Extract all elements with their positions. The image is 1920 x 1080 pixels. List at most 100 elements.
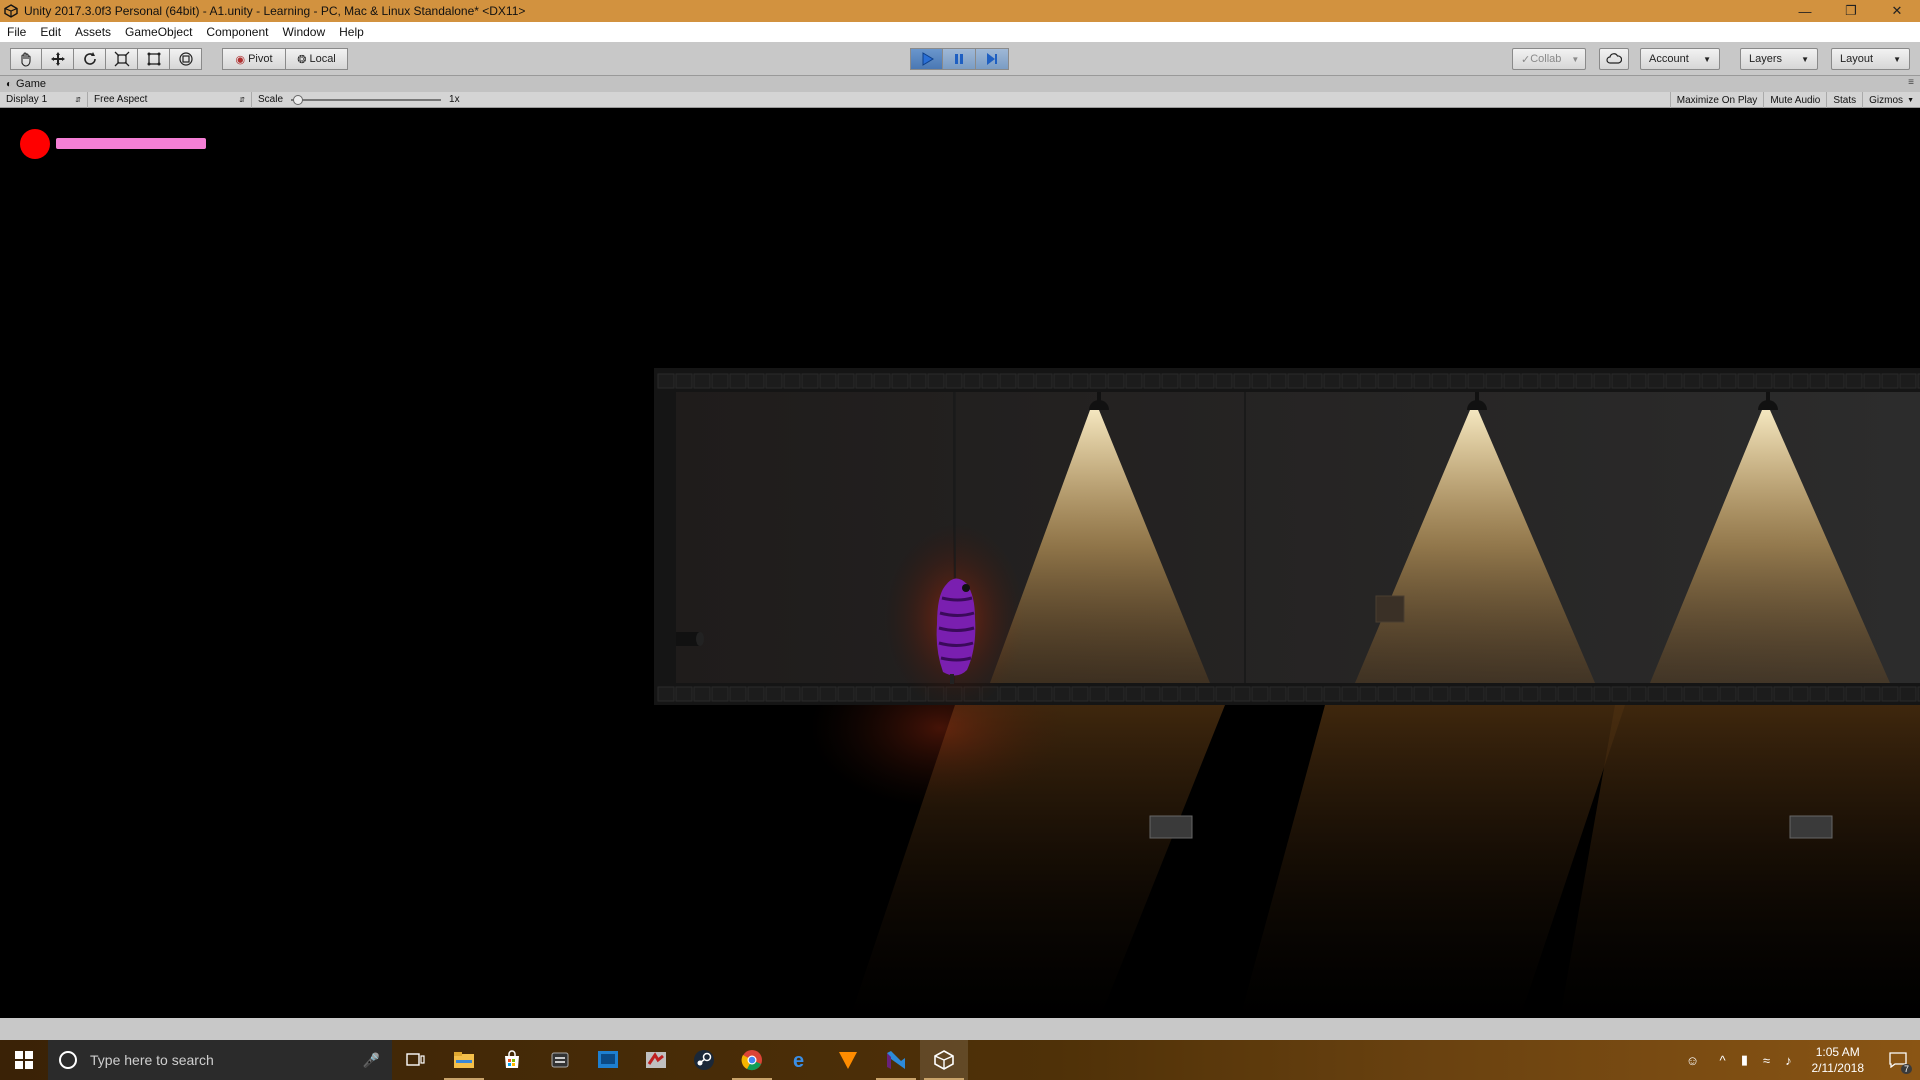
menu-component[interactable]: Component xyxy=(199,25,275,39)
taskbar-window-app[interactable] xyxy=(584,1040,632,1080)
wall-brick xyxy=(1899,686,1917,702)
wall-brick xyxy=(1665,686,1683,702)
wall-brick xyxy=(1881,686,1899,702)
wall-brick xyxy=(1737,373,1755,389)
chevron-up-icon[interactable]: ^ xyxy=(1712,1040,1734,1080)
wifi-icon[interactable]: ≈ xyxy=(1756,1040,1778,1080)
close-icon[interactable]: ✕ xyxy=(1874,0,1920,22)
microphone-icon[interactable]: 🎤 xyxy=(363,1052,380,1069)
wall-brick xyxy=(1845,686,1863,702)
mute-audio-toggle[interactable]: Mute Audio xyxy=(1763,92,1826,108)
menu-edit[interactable]: Edit xyxy=(33,25,68,39)
status-bar xyxy=(0,1018,1920,1040)
wall-brick xyxy=(1881,373,1899,389)
taskbar-store[interactable] xyxy=(488,1040,536,1080)
wall-brick xyxy=(1017,373,1035,389)
menu-file[interactable]: File xyxy=(0,25,33,39)
taskbar-file-explorer[interactable] xyxy=(440,1040,488,1080)
restore-icon[interactable]: ❐ xyxy=(1828,0,1874,22)
move-tool-button[interactable] xyxy=(42,48,74,70)
stats-toggle[interactable]: Stats xyxy=(1826,92,1862,108)
taskbar-steam[interactable] xyxy=(680,1040,728,1080)
cortana-icon xyxy=(59,1051,77,1069)
taskbar-app[interactable] xyxy=(536,1040,584,1080)
taskbar-chrome[interactable] xyxy=(728,1040,776,1080)
wall-brick xyxy=(1071,373,1089,389)
gizmos-label: Gizmos xyxy=(1869,94,1904,106)
task-view-button[interactable] xyxy=(392,1040,440,1080)
file-explorer-icon xyxy=(454,1052,474,1068)
menu-assets[interactable]: Assets xyxy=(68,25,118,39)
account-dropdown[interactable]: Account ▼ xyxy=(1640,48,1720,70)
gizmos-dropdown[interactable]: Gizmos ▼ xyxy=(1862,92,1920,108)
rect-tool-button[interactable] xyxy=(138,48,170,70)
taskbar-game-app[interactable] xyxy=(632,1040,680,1080)
wall-brick xyxy=(1125,373,1143,389)
wall-brick xyxy=(1251,686,1269,702)
wall-brick xyxy=(693,686,711,702)
pause-button[interactable] xyxy=(943,48,976,70)
wall-brick xyxy=(1629,373,1647,389)
taskbar-vlc[interactable] xyxy=(824,1040,872,1080)
scale-slider-knob[interactable] xyxy=(293,94,304,105)
wall-brick xyxy=(1575,686,1593,702)
cloud-button[interactable] xyxy=(1599,48,1629,70)
taskbar-search[interactable]: Type here to search 🎤 xyxy=(48,1040,392,1080)
scale-slider[interactable] xyxy=(291,94,442,105)
menu-gameobject[interactable]: GameObject xyxy=(118,25,199,39)
collab-dropdown[interactable]: ✓ Collab ▼ xyxy=(1512,48,1586,70)
layers-dropdown[interactable]: Layers ▼ xyxy=(1740,48,1818,70)
maximize-label: Maximize On Play xyxy=(1676,94,1758,106)
wall-brick xyxy=(837,686,855,702)
visual-studio-icon xyxy=(887,1051,905,1069)
layout-dropdown[interactable]: Layout ▼ xyxy=(1831,48,1910,70)
wall-brick xyxy=(1341,373,1359,389)
wall-brick xyxy=(1647,373,1665,389)
pivot-button[interactable]: ◉ Pivot xyxy=(222,48,286,70)
notification-center-icon[interactable]: 7 xyxy=(1876,1040,1920,1080)
play-button[interactable] xyxy=(910,48,943,70)
account-label: Account xyxy=(1649,53,1689,65)
step-button[interactable] xyxy=(976,48,1009,70)
display-dropdown[interactable]: Display 1 ⇵ xyxy=(0,91,88,108)
taskbar-edge[interactable]: e xyxy=(776,1040,824,1080)
rotate-tool-button[interactable] xyxy=(74,48,106,70)
wall-brick xyxy=(1467,373,1485,389)
people-icon[interactable]: ☺ xyxy=(1682,1040,1704,1080)
wall-brick xyxy=(1161,373,1179,389)
floor-vent xyxy=(1149,815,1193,839)
game-control-bar: Display 1 ⇵ Free Aspect ⇵ Scale 1x Maxim… xyxy=(0,91,1920,108)
menu-help[interactable]: Help xyxy=(332,25,371,39)
wall-brick xyxy=(1827,686,1845,702)
game-tab[interactable]: ◐ Game xyxy=(0,78,46,90)
volume-icon[interactable]: ♪ xyxy=(1778,1040,1800,1080)
game-view[interactable] xyxy=(0,108,1920,1018)
health-bar-fill xyxy=(56,138,206,149)
wall-brick xyxy=(1449,686,1467,702)
transform-tool-button[interactable] xyxy=(170,48,202,70)
local-icon: ❂ xyxy=(297,53,307,66)
start-button[interactable] xyxy=(0,1040,48,1080)
menu-window[interactable]: Window xyxy=(275,25,332,39)
panel-menu-icon[interactable]: ≡ xyxy=(1908,77,1914,88)
maximize-on-play-toggle[interactable]: Maximize On Play xyxy=(1669,92,1764,108)
aspect-dropdown[interactable]: Free Aspect ⇵ xyxy=(88,91,252,108)
scale-tool-button[interactable] xyxy=(106,48,138,70)
wall-brick xyxy=(1323,686,1341,702)
local-button[interactable]: ❂ Local xyxy=(286,48,348,70)
minimize-icon[interactable]: — xyxy=(1782,0,1828,22)
chrome-icon xyxy=(741,1050,762,1071)
hand-tool-button[interactable] xyxy=(10,48,42,70)
wall-brick xyxy=(1359,373,1377,389)
wall-brick xyxy=(711,373,729,389)
ceiling-bricks xyxy=(657,373,1920,389)
wall-brick xyxy=(1845,373,1863,389)
wall-brick xyxy=(675,686,693,702)
battery-icon[interactable]: ▮ xyxy=(1734,1040,1756,1080)
wall-brick xyxy=(1701,373,1719,389)
taskbar-visual-studio[interactable] xyxy=(872,1040,920,1080)
wall-brick xyxy=(837,373,855,389)
wall-brick xyxy=(891,686,909,702)
taskbar-unity[interactable] xyxy=(920,1040,968,1080)
clock[interactable]: 1:05 AM 2/11/2018 xyxy=(1800,1044,1877,1076)
